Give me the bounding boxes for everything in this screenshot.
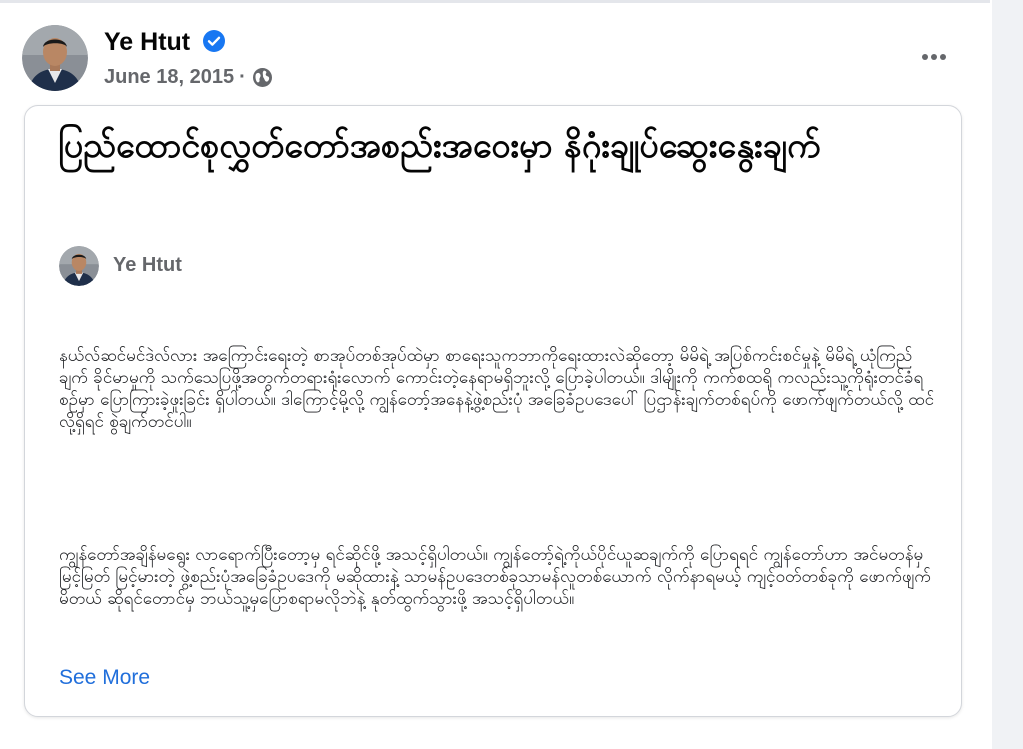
globe-icon[interactable] — [252, 67, 273, 88]
author-avatar[interactable] — [22, 25, 88, 91]
more-options-button[interactable] — [914, 45, 954, 69]
note-card[interactable]: ပြည်ထောင်စုလွှတ်တော်အစည်းအဝေးမှာ နိဂုံးခ… — [24, 105, 962, 717]
right-gutter — [992, 0, 1023, 749]
post: Ye Htut June 18, 2015 · ပြည်ထောင်စုလွှတ်… — [0, 3, 990, 749]
note-title: ပြည်ထောင်စုလွှတ်တော်အစည်းအဝေးမှာ နိဂုံးခ… — [58, 126, 821, 166]
note-paragraph-1: နယ်လ်ဆင်မင်ဒဲလ်လား အကြောင်းရေးတဲ့ စာအုပ်… — [59, 346, 935, 432]
more-options-icon — [922, 54, 946, 60]
facebook-post-page: Ye Htut June 18, 2015 · ပြည်ထောင်စုလွှတ်… — [0, 0, 1023, 749]
byline-name: Ye Htut — [113, 254, 182, 276]
author-name[interactable]: Ye Htut — [104, 27, 190, 57]
verified-badge-icon — [202, 29, 226, 53]
post-meta: June 18, 2015 · — [104, 64, 273, 90]
note-paragraph-2: ကျွန်တော်အချိန်မရွေး လာရောက်ပြီးတော့မှ ရ… — [59, 545, 931, 609]
meta-separator: · — [239, 65, 246, 88]
byline-photo — [59, 246, 99, 286]
post-date[interactable]: June 18, 2015 — [104, 66, 234, 89]
byline-avatar — [59, 246, 99, 286]
author-photo — [22, 25, 88, 91]
see-more-link[interactable]: See More — [59, 666, 150, 690]
